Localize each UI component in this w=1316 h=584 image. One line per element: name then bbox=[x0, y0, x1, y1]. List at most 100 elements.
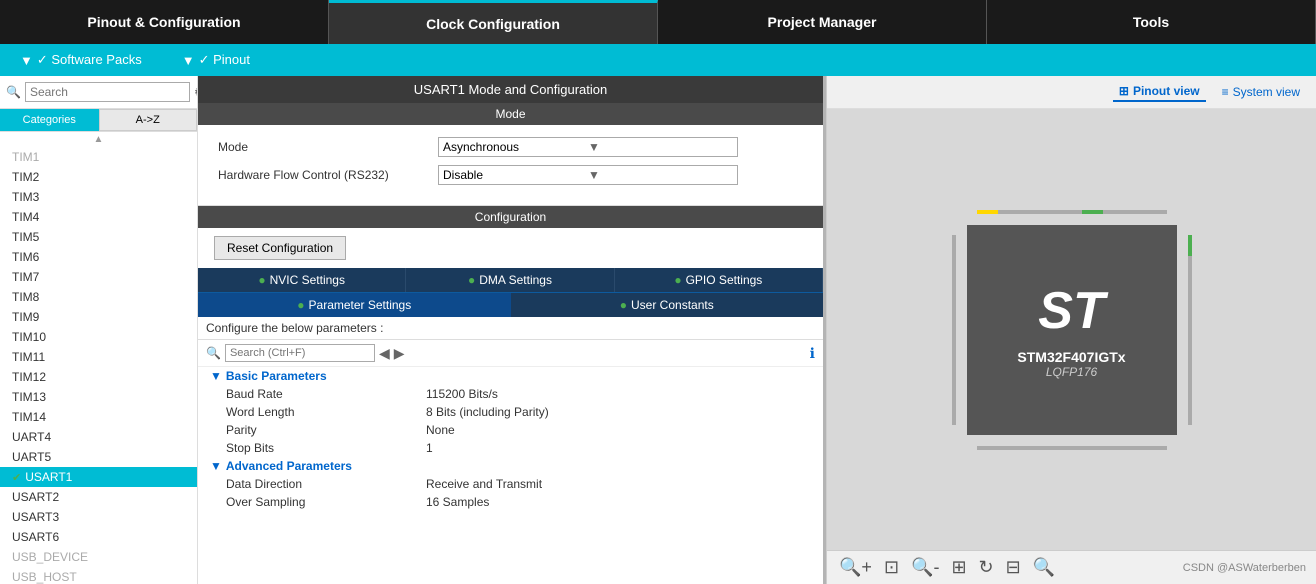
sidebar-item-tim12[interactable]: TIM12 bbox=[0, 367, 197, 387]
pinout-nav[interactable]: ▼ ✓ Pinout bbox=[182, 52, 250, 68]
pin-left-14 bbox=[952, 372, 956, 383]
sidebar-item-tim14[interactable]: TIM14 bbox=[0, 407, 197, 427]
rotate-button[interactable]: ↻ bbox=[977, 555, 996, 580]
tab-project-manager[interactable]: Project Manager bbox=[658, 0, 987, 44]
pin-bot-6 bbox=[1029, 446, 1040, 450]
sidebar-item-tim7[interactable]: TIM7 bbox=[0, 267, 197, 287]
prev-search-button[interactable]: ◀ bbox=[379, 345, 390, 362]
params-search-input[interactable] bbox=[225, 344, 375, 362]
pin-bot-10 bbox=[1072, 446, 1083, 450]
search-input[interactable] bbox=[25, 82, 190, 102]
tab-nvic-settings[interactable]: ● NVIC Settings bbox=[198, 268, 406, 292]
info-icon[interactable]: ℹ bbox=[810, 345, 815, 362]
sidebar-item-usart2[interactable]: USART2 bbox=[0, 487, 197, 507]
sidebar-item-tim5[interactable]: TIM5 bbox=[0, 227, 197, 247]
pin-top-3 bbox=[998, 210, 1009, 214]
sidebar-tab-categories[interactable]: Categories bbox=[0, 109, 99, 131]
layers-button[interactable]: ⊟ bbox=[1004, 555, 1023, 580]
grid-icon: ⊞ bbox=[1119, 84, 1129, 98]
pin-top-16 bbox=[1135, 210, 1146, 214]
pin-left-17 bbox=[952, 404, 956, 415]
next-search-button[interactable]: ▶ bbox=[394, 345, 405, 362]
sidebar-search-row: 🔍 ⚙ bbox=[0, 76, 197, 109]
mode-label: Mode bbox=[218, 140, 438, 154]
mode-select[interactable]: Asynchronous ▼ bbox=[438, 137, 738, 157]
pin-top-11 bbox=[1082, 210, 1093, 214]
sidebar-item-tim9[interactable]: TIM9 bbox=[0, 307, 197, 327]
sidebar-item-tim1[interactable]: TIM1 bbox=[0, 147, 197, 167]
pin-bot-18 bbox=[1156, 446, 1167, 450]
pin-top-1 bbox=[977, 210, 988, 214]
fit-button[interactable]: ⊡ bbox=[882, 555, 901, 580]
check-icon: ✔ bbox=[12, 471, 21, 484]
sidebar-item-usart3[interactable]: USART3 bbox=[0, 507, 197, 527]
sidebar-item-tim13[interactable]: TIM13 bbox=[0, 387, 197, 407]
tab-gpio-settings[interactable]: ● GPIO Settings bbox=[615, 268, 823, 292]
pin-left-10 bbox=[952, 330, 956, 341]
hardware-flow-select[interactable]: Disable ▼ bbox=[438, 165, 738, 185]
pin-right-1 bbox=[1188, 235, 1192, 246]
sidebar-item-uart5[interactable]: UART5 bbox=[0, 447, 197, 467]
pin-bot-17 bbox=[1146, 446, 1157, 450]
sidebar-item-usb-device[interactable]: USB_DEVICE bbox=[0, 547, 197, 567]
basic-params-group: ▼ Basic Parameters Baud Rate 115200 Bits… bbox=[206, 367, 823, 457]
basic-params-header[interactable]: ▼ Basic Parameters bbox=[206, 367, 823, 385]
pin-left-2 bbox=[952, 245, 956, 256]
sidebar-item-tim10[interactable]: TIM10 bbox=[0, 327, 197, 347]
pin-right-4 bbox=[1188, 266, 1192, 277]
tab-parameter-settings[interactable]: ● Parameter Settings bbox=[198, 293, 511, 317]
pin-top-12 bbox=[1093, 210, 1104, 214]
check-icon: ● bbox=[674, 273, 681, 287]
sidebar-item-tim11[interactable]: TIM11 bbox=[0, 347, 197, 367]
tab-pinout-view[interactable]: ⊞ Pinout view bbox=[1113, 82, 1206, 102]
param-word-length: Word Length 8 Bits (including Parity) bbox=[206, 403, 823, 421]
hardware-flow-row: Hardware Flow Control (RS232) Disable ▼ bbox=[218, 165, 803, 185]
pin-bot-15 bbox=[1124, 446, 1135, 450]
sidebar-item-uart4[interactable]: UART4 bbox=[0, 427, 197, 447]
pin-right-13 bbox=[1188, 361, 1192, 372]
config-section: Configuration Reset Configuration ● NVIC… bbox=[198, 206, 823, 584]
zoom-in-button[interactable]: 🔍+ bbox=[837, 555, 874, 580]
pan-button[interactable]: ⊞ bbox=[949, 555, 968, 580]
mode-row: Mode Asynchronous ▼ bbox=[218, 137, 803, 157]
sidebar-item-usart6[interactable]: USART6 bbox=[0, 527, 197, 547]
reset-config-button[interactable]: Reset Configuration bbox=[214, 236, 346, 260]
pin-left-4 bbox=[952, 266, 956, 277]
sidebar-item-tim3[interactable]: TIM3 bbox=[0, 187, 197, 207]
sidebar-item-tim2[interactable]: TIM2 bbox=[0, 167, 197, 187]
tab-dma-settings[interactable]: ● DMA Settings bbox=[406, 268, 614, 292]
zoom-out-button[interactable]: 🔍- bbox=[909, 555, 941, 580]
chevron-down-icon: ▼ bbox=[588, 140, 733, 154]
chip-package: LQFP176 bbox=[1017, 365, 1125, 379]
pin-top-4 bbox=[1008, 210, 1019, 214]
advanced-params-header[interactable]: ▼ Advanced Parameters bbox=[206, 457, 823, 475]
sidebar-item-tim8[interactable]: TIM8 bbox=[0, 287, 197, 307]
pin-bot-12 bbox=[1093, 446, 1104, 450]
pin-left-16 bbox=[952, 393, 956, 404]
software-packs-nav[interactable]: ▼ ✓ Software Packs bbox=[20, 52, 142, 68]
pin-left-3 bbox=[952, 256, 956, 267]
pin-bot-11 bbox=[1082, 446, 1093, 450]
pin-bot-4 bbox=[1008, 446, 1019, 450]
sidebar-item-usb-host[interactable]: USB_HOST bbox=[0, 567, 197, 584]
param-baud-rate: Baud Rate 115200 Bits/s bbox=[206, 385, 823, 403]
tab-clock-config[interactable]: Clock Configuration bbox=[329, 0, 658, 44]
sidebar-item-tim6[interactable]: TIM6 bbox=[0, 247, 197, 267]
tab-user-constants[interactable]: ● User Constants bbox=[511, 293, 824, 317]
pin-left-9 bbox=[952, 319, 956, 330]
top-navigation: Pinout & Configuration Clock Configurati… bbox=[0, 0, 1316, 44]
tab-pinout-config[interactable]: Pinout & Configuration bbox=[0, 0, 329, 44]
view-tabs: ⊞ Pinout view ≡ System view bbox=[827, 76, 1316, 109]
pin-right-15 bbox=[1188, 382, 1192, 393]
pin-left-5 bbox=[952, 277, 956, 288]
pin-bot-7 bbox=[1040, 446, 1051, 450]
sidebar-item-tim4[interactable]: TIM4 bbox=[0, 207, 197, 227]
check-icon: ● bbox=[258, 273, 265, 287]
params-search-row: 🔍 ◀ ▶ ℹ bbox=[198, 340, 823, 367]
tab-tools[interactable]: Tools bbox=[987, 0, 1316, 44]
sidebar-item-usart1[interactable]: ✔ USART1 bbox=[0, 467, 197, 487]
sidebar-tab-az[interactable]: A->Z bbox=[99, 109, 198, 131]
tab-system-view[interactable]: ≡ System view bbox=[1216, 82, 1306, 102]
search-button[interactable]: 🔍 bbox=[1031, 555, 1057, 580]
chip-pins-right bbox=[1188, 235, 1192, 425]
